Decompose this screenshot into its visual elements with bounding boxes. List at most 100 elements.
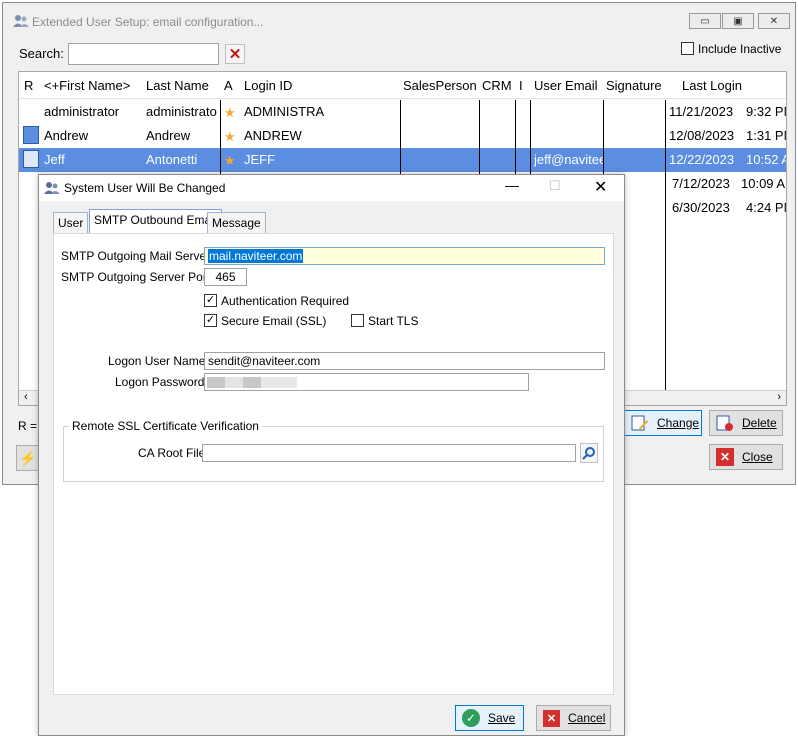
user-card-icon	[23, 150, 39, 168]
column-divider	[665, 100, 666, 390]
clear-search-button[interactable]: ✕	[225, 44, 245, 64]
browse-ca-root-button[interactable]	[580, 443, 598, 463]
close-x-icon: ✕	[716, 448, 734, 466]
ca-root-label: CA Root File:	[138, 446, 209, 460]
cancel-button[interactable]: ✕ Cancel	[536, 705, 611, 731]
search-label: Search:	[19, 46, 64, 61]
cell-last-login-time: 10:09 AM	[741, 176, 786, 191]
cell-first-name: Andrew	[44, 128, 89, 143]
col-a[interactable]: A	[224, 78, 233, 93]
ca-root-input[interactable]	[202, 444, 576, 462]
secure-email-checkbox[interactable]: ✓	[204, 314, 217, 327]
start-tls-checkbox[interactable]	[351, 314, 364, 327]
main-titlebar: Extended User Setup: email configuration…	[3, 3, 795, 37]
smtp-tab-page: SMTP Outgoing Mail Server: mail.naviteer…	[53, 233, 614, 695]
scroll-left-icon[interactable]: ‹	[24, 391, 28, 403]
cell-first-name: Jeff	[44, 152, 65, 167]
dialog-title: System User Will Be Changed	[64, 181, 226, 195]
tab-user[interactable]: User	[53, 212, 89, 234]
start-tls-label: Start TLS	[368, 314, 419, 328]
col-i[interactable]: I	[519, 78, 523, 93]
cancel-x-icon: ✕	[543, 709, 560, 727]
col-crm[interactable]: CRM	[482, 78, 512, 93]
col-first-name[interactable]: <+First Name>	[44, 78, 130, 93]
smtp-server-input[interactable]: mail.naviteer.com	[204, 247, 605, 265]
users-icon	[13, 15, 29, 27]
delete-user-icon	[716, 415, 733, 431]
edit-user-icon	[631, 415, 648, 431]
cell-last-login-time: 9:32 PM	[746, 104, 786, 119]
cell-last-name: Antonetti	[146, 152, 198, 167]
smtp-server-value: mail.naviteer.com	[208, 249, 304, 263]
col-user-email[interactable]: User Email	[534, 78, 598, 93]
dialog-minimize-button[interactable]: —	[505, 177, 519, 193]
delete-label: Delete	[742, 416, 777, 430]
logon-password-input[interactable]	[204, 373, 529, 391]
cell-last-login-time: 4:24 PM	[746, 200, 786, 215]
col-last-login[interactable]: Last Login	[682, 78, 742, 93]
ssl-group-label: Remote SSL Certificate Verification	[69, 419, 262, 433]
col-last-name[interactable]: Last Name	[146, 78, 209, 93]
restore-icon: ▣	[733, 15, 743, 27]
col-login-id[interactable]: Login ID	[244, 78, 292, 93]
checkmark-icon: ✓	[462, 709, 480, 727]
star-icon: ★	[224, 129, 236, 144]
close-window-button[interactable]: ✕	[758, 13, 790, 29]
user-card-icon	[23, 126, 39, 144]
cell-last-login-date: 7/12/2023	[672, 176, 730, 191]
tab-message[interactable]: Message	[207, 212, 266, 234]
smtp-server-label: SMTP Outgoing Mail Server:	[61, 249, 214, 263]
change-button[interactable]: Change	[624, 410, 702, 436]
cell-last-login-date: 6/30/2023	[672, 200, 730, 215]
scroll-right-icon[interactable]: ›	[777, 391, 781, 403]
dialog-maximize-button[interactable]: ☐	[549, 178, 561, 194]
tab-smtp-outbound-email[interactable]: SMTP Outbound Email	[89, 209, 222, 234]
cell-last-login-date: 12/08/2023	[669, 128, 735, 143]
masked-password	[207, 377, 297, 388]
save-label: Save	[488, 711, 516, 725]
auth-required-label: Authentication Required	[221, 294, 350, 308]
minimize-button[interactable]: ▭	[689, 13, 721, 29]
cell-last-login-date: 12/22/2023	[669, 152, 735, 167]
cell-user-email: jeff@naviteer	[534, 152, 604, 167]
dialog-titlebar: System User Will Be Changed — ☐ ✕	[39, 175, 624, 201]
cell-login-id: JEFF	[244, 152, 276, 167]
cell-last-login-date: 11/21/2023	[669, 104, 734, 119]
table-row[interactable]: administrator administrato ★ ADMINISTRA …	[19, 100, 786, 124]
smtp-port-input[interactable]: 465	[204, 268, 247, 286]
dialog-close-button[interactable]: ✕	[594, 177, 607, 197]
include-inactive-checkbox[interactable]	[681, 42, 694, 55]
lightning-icon: ⚡	[19, 449, 37, 466]
col-salesperson[interactable]: SalesPerson	[403, 78, 477, 93]
cell-last-login-time: 1:31 PM	[746, 128, 786, 143]
minimize-icon: ▭	[700, 15, 710, 27]
secure-email-label: Secure Email (SSL)	[221, 314, 327, 328]
close-label: Close	[742, 450, 773, 464]
cell-last-login-time: 10:52 AM	[746, 152, 786, 167]
action-button[interactable]: ⚡	[16, 445, 40, 471]
table-row-selected[interactable]: Jeff Antonetti ★ JEFF jeff@naviteer 12/2…	[19, 148, 786, 172]
delete-button[interactable]: Delete	[709, 410, 783, 436]
search-input[interactable]	[68, 43, 219, 65]
save-button[interactable]: ✓ Save	[455, 705, 524, 731]
r-legend: R =	[18, 419, 38, 433]
table-row[interactable]: Andrew Andrew ★ ANDREW 12/08/2023 1:31 P…	[19, 124, 786, 148]
col-signature[interactable]: Signature	[606, 78, 662, 93]
cell-first-name: administrator	[44, 104, 120, 119]
close-icon: ✕	[769, 15, 779, 27]
change-label: Change	[657, 416, 700, 430]
logon-user-input[interactable]: sendit@naviteer.com	[204, 352, 605, 370]
col-r[interactable]: R	[24, 78, 33, 93]
clear-x-icon: ✕	[228, 46, 242, 63]
cancel-label: Cancel	[568, 711, 606, 725]
grid-header: R <+First Name> Last Name A Login ID Sal…	[19, 72, 786, 99]
auth-required-checkbox[interactable]: ✓	[204, 294, 217, 307]
star-icon: ★	[224, 153, 236, 168]
main-window-title: Extended User Setup: email configuration…	[32, 15, 264, 29]
maximize-button[interactable]: ▣	[722, 13, 754, 29]
cell-login-id: ANDREW	[244, 128, 302, 143]
close-button[interactable]: ✕ Close	[709, 444, 783, 470]
cell-login-id: ADMINISTRA	[244, 104, 325, 119]
star-icon: ★	[224, 105, 236, 120]
cell-last-name: Andrew	[146, 128, 191, 143]
